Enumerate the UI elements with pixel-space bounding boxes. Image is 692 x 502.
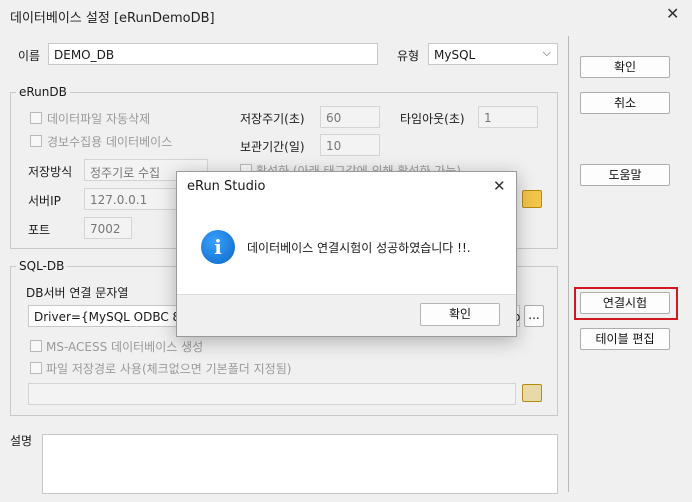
retention-label: 보관기간(일) xyxy=(240,140,305,154)
type-select[interactable]: MySQL ⌵ xyxy=(428,43,558,65)
save-mode-label: 저장방식 xyxy=(28,165,73,179)
window-close-icon[interactable]: ✕ xyxy=(666,4,679,23)
retention-value: 10 xyxy=(326,139,342,153)
server-ip-input[interactable]: 127.0.0.1 xyxy=(84,188,184,210)
file-path-label: 파일 저장경로 사용(체크없으면 기본폴더 지정됨) xyxy=(46,362,292,376)
chevron-down-icon: ⌵ xyxy=(542,46,551,59)
port-input[interactable]: 7002 xyxy=(84,217,132,239)
cancel-button[interactable]: 취소 xyxy=(580,92,670,114)
save-mode-value: 정주기로 수집 xyxy=(90,166,161,180)
sqldb-group-title: SQL-DB xyxy=(16,259,68,273)
folder-search-icon[interactable] xyxy=(522,384,542,402)
test-connection-button[interactable]: 연결시험 xyxy=(580,292,670,314)
name-input[interactable]: DEMO_DB xyxy=(48,43,378,65)
alarm-db-checkbox[interactable] xyxy=(30,135,42,147)
type-value: MySQL xyxy=(434,48,476,62)
description-textarea[interactable] xyxy=(42,434,558,494)
description-label: 설명 xyxy=(10,434,33,448)
vertical-divider xyxy=(568,36,569,492)
conn-string-label: DB서버 연결 문자열 xyxy=(26,286,129,300)
save-period-value: 60 xyxy=(326,111,342,125)
auto-delete-label: 데이터파일 자동삭제 xyxy=(47,112,151,126)
edit-table-button[interactable]: 테이블 편집 xyxy=(580,328,670,350)
dialog-message: 데이터베이스 연결시험이 성공하였습니다 !!. xyxy=(247,241,471,255)
browse-button[interactable]: ... xyxy=(524,305,544,327)
msaccess-checkbox[interactable] xyxy=(30,340,42,352)
server-ip-value: 127.0.0.1 xyxy=(90,193,148,207)
timeout-value: 1 xyxy=(484,111,492,125)
server-ip-label: 서버IP xyxy=(28,194,61,208)
dialog-ok-button[interactable]: 확인 xyxy=(420,303,500,326)
save-period-input[interactable]: 60 xyxy=(320,106,380,128)
timeout-input[interactable]: 1 xyxy=(478,106,538,128)
ok-button[interactable]: 확인 xyxy=(580,56,670,78)
dialog-close-icon[interactable]: ✕ xyxy=(493,177,506,195)
info-icon: i xyxy=(201,230,235,264)
name-value: DEMO_DB xyxy=(54,48,115,62)
window-title: 데이터베이스 설정 [eRunDemoDB] xyxy=(10,11,215,26)
help-button[interactable]: 도움말 xyxy=(580,164,670,186)
dialog-footer: 확인 xyxy=(177,294,516,336)
timeout-label: 타임아웃(초) xyxy=(400,112,465,126)
port-label: 포트 xyxy=(28,223,51,237)
name-label: 이름 xyxy=(18,49,41,63)
path-input[interactable] xyxy=(28,383,516,405)
retention-input[interactable]: 10 xyxy=(320,134,380,156)
dialog-title: eRun Studio xyxy=(187,179,266,194)
message-dialog: eRun Studio ✕ i 데이터베이스 연결시험이 성공하였습니다 !!.… xyxy=(176,171,517,337)
type-label: 유형 xyxy=(397,49,420,63)
erundb-group-title: eRunDB xyxy=(16,85,70,99)
msaccess-label: MS-ACESS 데이터베이스 생성 xyxy=(46,340,204,354)
file-path-checkbox[interactable] xyxy=(30,362,42,374)
folder-icon[interactable] xyxy=(522,190,542,208)
alarm-db-label: 경보수집용 데이터베이스 xyxy=(47,135,173,149)
port-value: 7002 xyxy=(90,222,121,236)
auto-delete-checkbox[interactable] xyxy=(30,112,42,124)
save-period-label: 저장주기(초) xyxy=(240,112,305,126)
